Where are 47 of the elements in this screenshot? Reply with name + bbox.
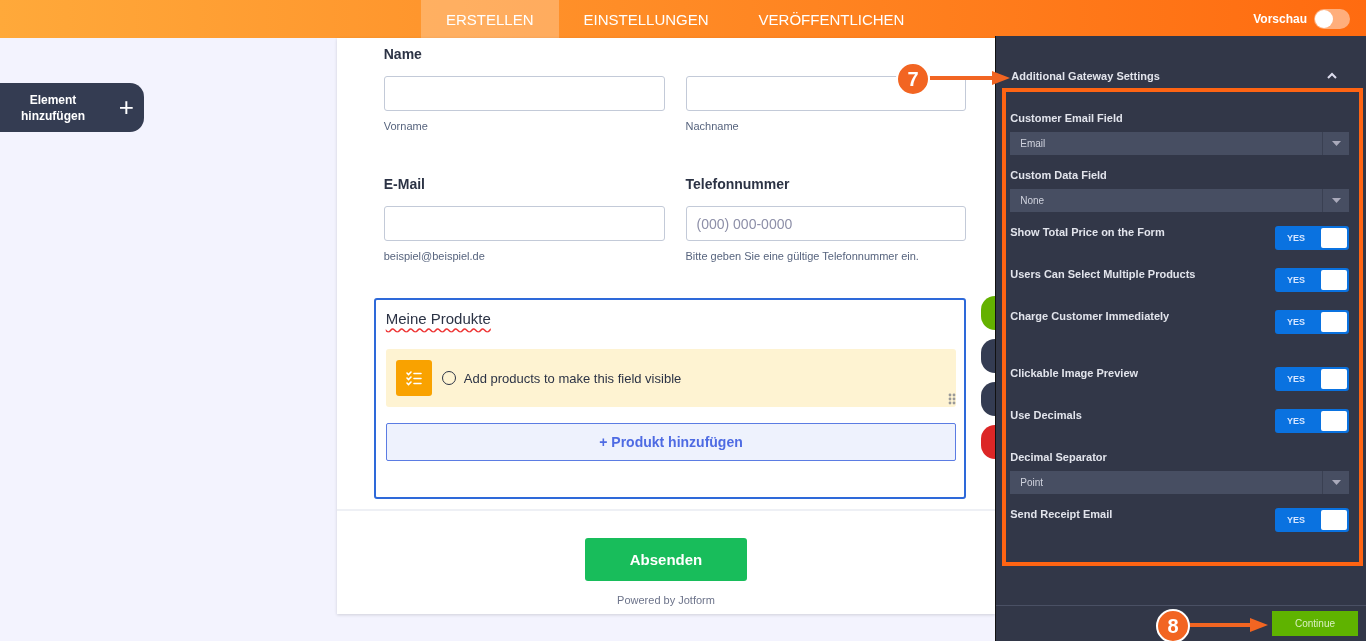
field-hint: Bitte geben Sie eine gültige Telefonnummer ein. (685, 250, 920, 262)
toggle-switch[interactable]: YES (1275, 310, 1349, 334)
tool-button[interactable] (981, 382, 996, 416)
setting-label: Users Can Select Multiple Products (1010, 268, 1196, 280)
field-hint: beispiel@beispiel.de (383, 250, 486, 262)
input-field[interactable]: (000) 000-0000 (685, 206, 967, 241)
dropdown[interactable]: Point (1010, 471, 1349, 494)
setting-label: Show Total Price on the Form (1010, 226, 1165, 238)
dropdown[interactable]: None (1010, 189, 1349, 212)
toggle-switch[interactable]: YES (1275, 508, 1349, 532)
field-hint: Nachname (685, 120, 740, 132)
tool-button[interactable] (981, 425, 996, 459)
setting-label: Send Receipt Email (1010, 508, 1113, 520)
toggle-switch[interactable]: YES (1275, 268, 1349, 292)
submit-button[interactable]: Absenden (585, 538, 747, 581)
drag-handle-icon[interactable] (948, 393, 957, 405)
checklist-icon (395, 360, 432, 396)
toggle-switch[interactable]: YES (1275, 409, 1349, 433)
powered-by-text: Powered by Jotform (617, 594, 715, 606)
tool-button[interactable] (981, 296, 996, 330)
input-field[interactable] (383, 206, 665, 241)
chevron-up-icon[interactable] (1326, 72, 1338, 80)
panel-title: Additional Gateway Settings (1011, 70, 1160, 82)
continue-button[interactable]: Continue (1272, 611, 1358, 636)
nav-tab[interactable]: EINSTELLUNGEN (558, 0, 734, 38)
setting-label: Charge Customer Immediately (1010, 310, 1170, 322)
notice-text: Add products to make this field visible (463, 370, 682, 386)
field-label: Name (383, 46, 422, 62)
setting-label: Custom Data Field (1010, 169, 1108, 181)
field-label: E-Mail (383, 176, 425, 192)
setting-label: Clickable Image Preview (1010, 367, 1139, 379)
tool-button[interactable] (981, 339, 996, 373)
add-element-button[interactable]: Element hinzufügen + (0, 83, 144, 132)
toggle-switch[interactable]: YES (1275, 367, 1349, 391)
setting-label: Use Decimals (1010, 409, 1082, 421)
setting-label: Customer Email Field (1010, 112, 1124, 124)
field-label: Telefonnummer (685, 176, 790, 192)
input-field[interactable] (383, 76, 665, 111)
preview-label: Vorschau (1253, 12, 1307, 26)
nav-tab[interactable]: VERÖFFENTLICHEN (733, 0, 930, 38)
setting-label: Decimal Separator (1010, 451, 1108, 463)
add-product-button[interactable]: + Produkt hinzufügen (385, 423, 957, 461)
toggle-switch[interactable]: YES (1275, 226, 1349, 250)
preview-toggle[interactable] (1314, 9, 1350, 29)
dropdown[interactable]: Email (1010, 132, 1349, 155)
product-title: Meine Produkte (385, 310, 492, 327)
field-hint: Vorname (383, 120, 429, 132)
